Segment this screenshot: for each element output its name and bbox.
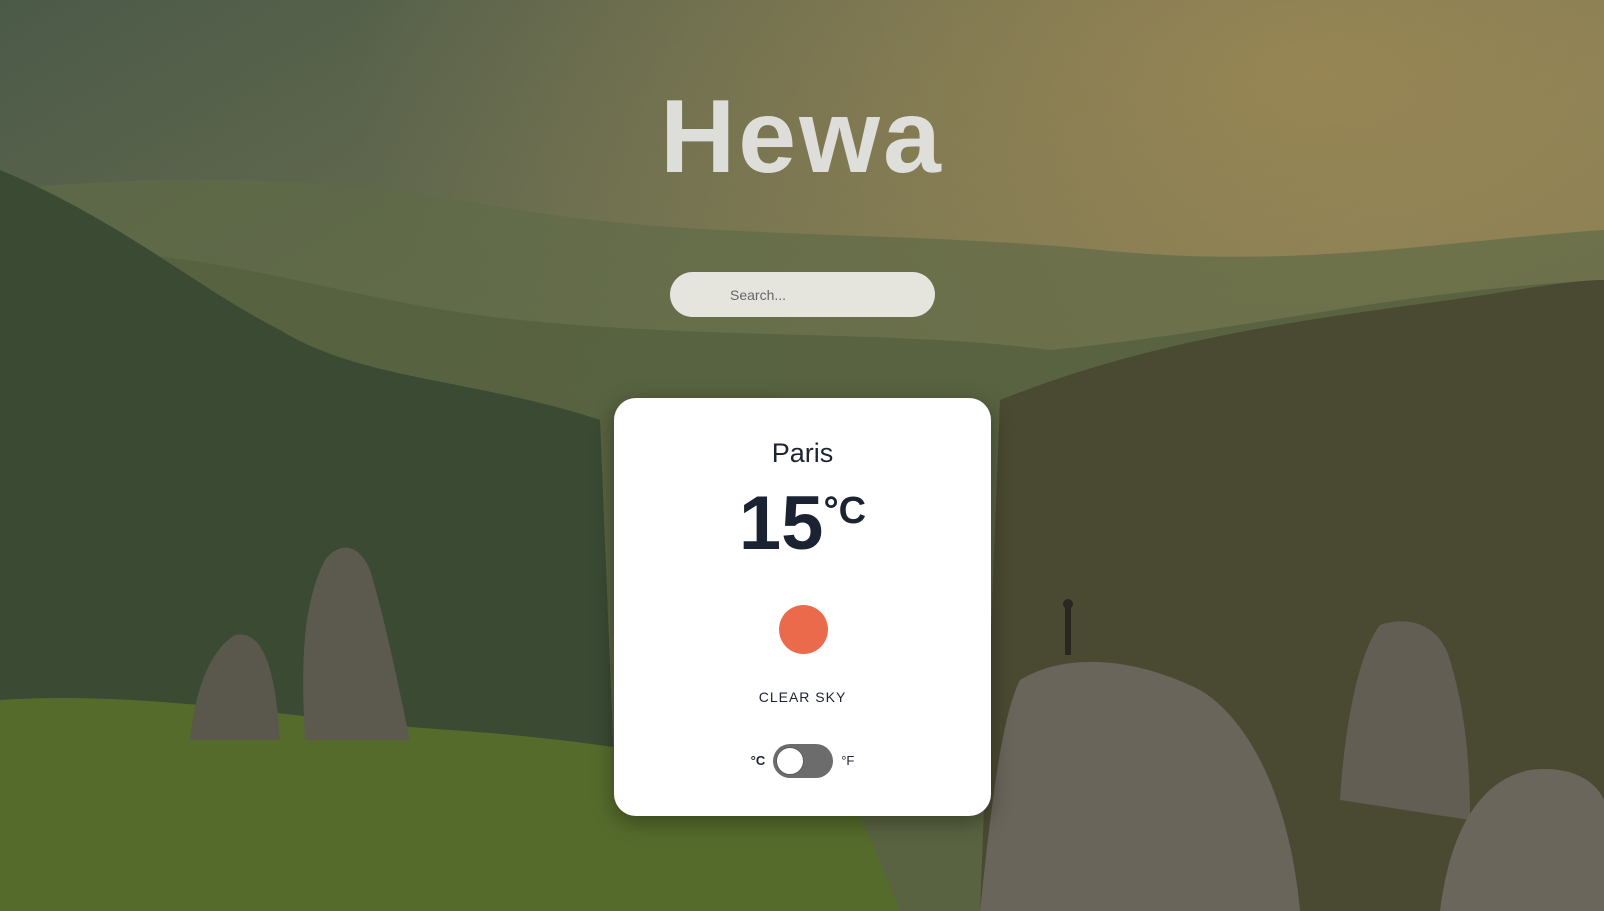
search-input[interactable] [670,272,935,317]
search-bar[interactable] [670,272,935,317]
celsius-label: °C [750,753,766,768]
sun-icon [779,605,828,654]
unit-toggle: °C °F [614,743,991,778]
temperature-unit: °C [823,490,867,532]
weather-app: Hewa Paris 15°C CLEAR SKY °C °F [0,0,1604,911]
weather-card: Paris 15°C CLEAR SKY °C °F [614,398,991,816]
switch-knob [776,746,805,775]
unit-switch[interactable] [773,743,834,778]
fahrenheit-label: °F [841,753,855,768]
app-title: Hewa [660,79,944,195]
temperature-display: 15°C [614,486,991,562]
city-name: Paris [771,438,834,468]
weather-description: CLEAR SKY [758,689,847,705]
temperature-value: 15 [738,481,824,566]
